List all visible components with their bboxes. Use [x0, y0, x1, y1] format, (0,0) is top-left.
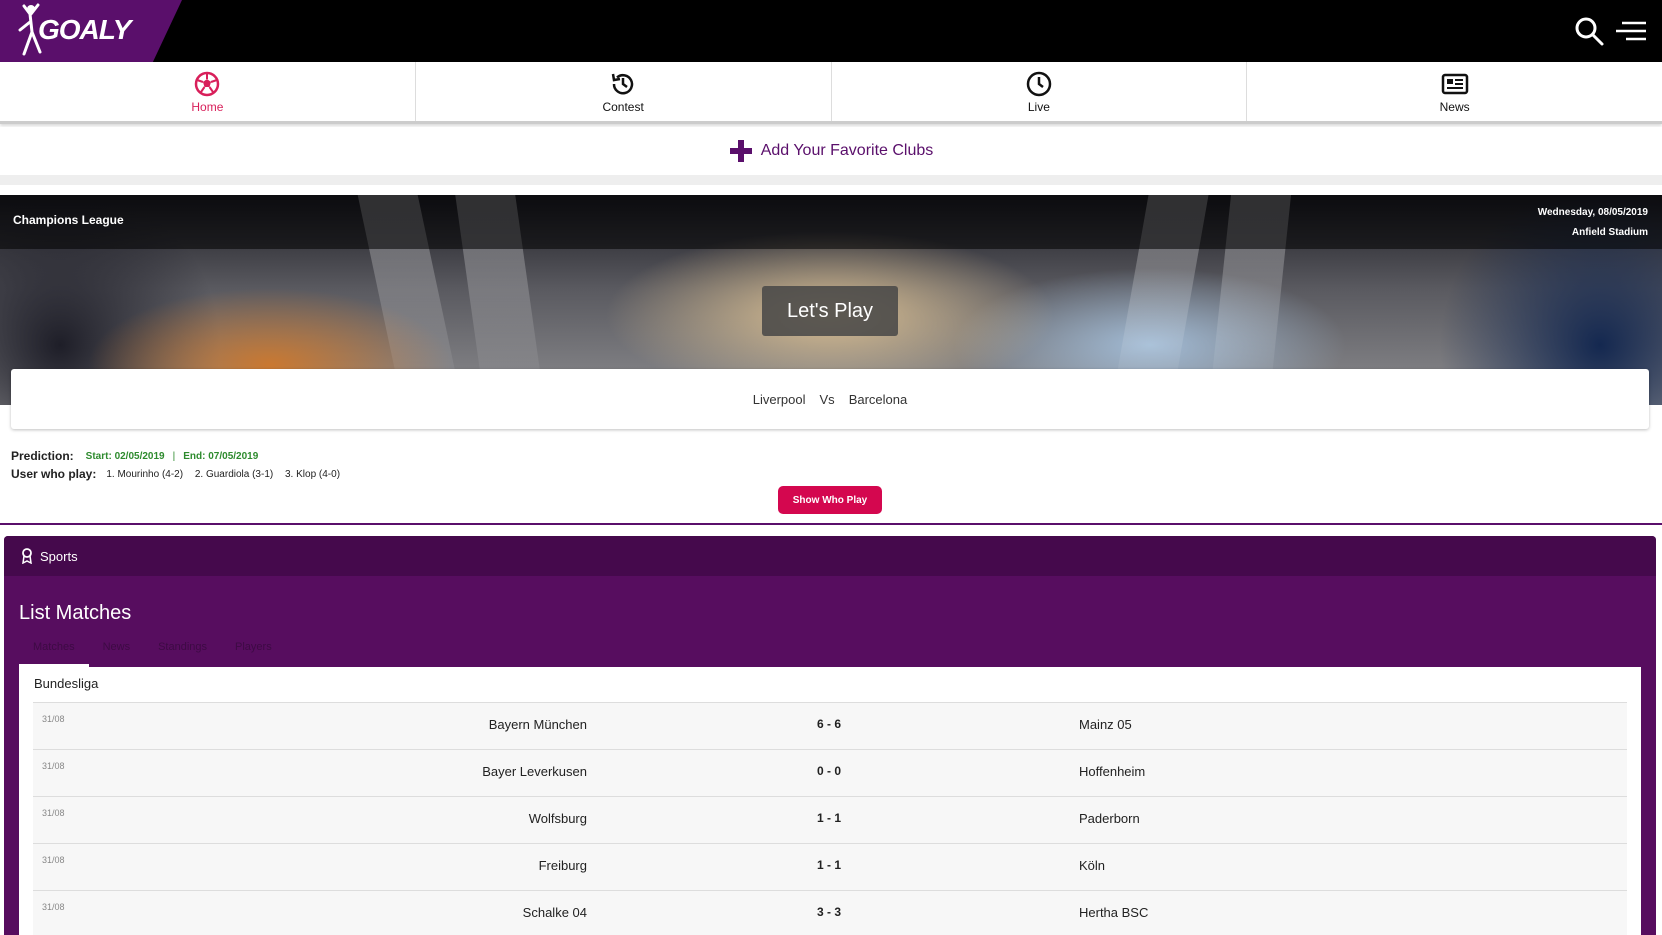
table-row[interactable]: 31/08 Freiburg 1 - 1 Köln	[33, 844, 1627, 891]
prediction-info: Prediction: Start: 02/05/2019 | End: 07/…	[11, 447, 349, 483]
prediction-separator: |	[172, 450, 176, 462]
away-team: Köln	[1079, 858, 1106, 873]
users-label: User who play:	[11, 467, 97, 481]
nav-label-home: Home	[191, 99, 224, 114]
prediction-start: Start: 02/05/2019	[85, 450, 165, 462]
user-item: 3. Klop (4-0)	[285, 468, 341, 480]
logo-text: GOALY	[38, 14, 131, 45]
home-team: Wolfsburg	[528, 811, 587, 826]
user-item: 2. Guardiola (3-1)	[194, 468, 274, 480]
prediction-label: Prediction:	[11, 449, 74, 463]
home-team: Schalke 04	[522, 905, 587, 920]
league-name: Champions League	[13, 213, 124, 227]
match-date: 31/08	[42, 714, 65, 724]
show-who-play-button[interactable]: Show Who Play	[778, 486, 882, 514]
match-date: 31/08	[42, 808, 65, 818]
award-icon	[22, 548, 32, 564]
match-date: 31/08	[42, 855, 65, 865]
matches-list: Bundesliga 31/08 Bayern München 6 - 6 Ma…	[19, 667, 1641, 935]
history-icon	[611, 73, 634, 94]
add-clubs-label: Add Your Favorite Clubs	[760, 142, 934, 159]
nav-item-live[interactable]: Live	[832, 62, 1248, 121]
section-divider	[0, 523, 1662, 525]
table-row[interactable]: 31/08 Bayer Leverkusen 0 - 0 Hoffenheim	[33, 750, 1627, 797]
football-icon	[195, 71, 220, 96]
away-team: Barcelona	[848, 391, 908, 407]
nav-item-contest[interactable]: Contest	[416, 62, 832, 121]
prediction-row: Prediction: Start: 02/05/2019 | End: 07/…	[11, 447, 349, 465]
home-team: Bayern München	[488, 717, 587, 732]
match-score: 3 - 3	[816, 905, 841, 919]
vs-label: Vs	[819, 391, 835, 407]
users-list: 1. Mourinho (4-2) 2. Guardiola (3-1) 3. …	[106, 469, 349, 480]
nav-label-news: News	[1439, 99, 1470, 114]
sports-tabs: Matches News Standings Players	[19, 635, 286, 667]
match-score: 1 - 1	[816, 811, 841, 825]
match-date: Wednesday, 08/05/2019	[1537, 207, 1648, 218]
users-row: User who play: 1. Mourinho (4-2) 2. Guar…	[11, 465, 349, 483]
nav-item-home[interactable]: Home	[0, 62, 416, 121]
tab-matches[interactable]: Matches	[19, 635, 89, 667]
match-date: 31/08	[42, 761, 65, 771]
search-icon[interactable]	[1572, 14, 1606, 48]
add-clubs-bar: Add Your Favorite Clubs	[0, 127, 1662, 185]
home-team: Bayer Leverkusen	[482, 764, 587, 779]
clock-icon	[1026, 71, 1052, 96]
nav-item-news[interactable]: News	[1247, 62, 1662, 121]
user-item: 1. Mourinho (4-2)	[106, 468, 184, 480]
list-matches-title: List Matches	[19, 602, 132, 624]
away-team: Hertha BSC	[1079, 905, 1149, 920]
table-row[interactable]: 31/08 Schalke 04 3 - 3 Hertha BSC	[33, 891, 1627, 935]
sports-section: Sports List Matches Matches News Standin…	[4, 536, 1656, 935]
match-score: 6 - 6	[816, 717, 841, 731]
lets-play-button[interactable]: Let's Play	[762, 286, 898, 336]
table-row[interactable]: 31/08 Wolfsburg 1 - 1 Paderborn	[33, 797, 1627, 844]
away-team: Hoffenheim	[1079, 764, 1146, 779]
top-bar: GOALY	[0, 0, 1662, 62]
match-score: 1 - 1	[816, 858, 841, 872]
sports-title: Sports	[40, 548, 78, 564]
league-heading: Bundesliga	[33, 667, 1627, 703]
home-team: Liverpool	[752, 391, 806, 407]
menu-icon[interactable]	[1614, 14, 1648, 48]
away-team: Paderborn	[1079, 811, 1140, 826]
home-team: Freiburg	[538, 858, 587, 873]
match-score: 0 - 0	[816, 764, 841, 778]
add-clubs-button[interactable]: Add Your Favorite Clubs	[729, 139, 934, 163]
logo[interactable]: GOALY	[0, 0, 182, 62]
main-nav: Home Contest Live News	[0, 62, 1662, 124]
tab-standings[interactable]: Standings	[144, 635, 221, 667]
featured-match-card[interactable]: Liverpool Vs Barcelona	[11, 369, 1649, 429]
nav-label-contest: Contest	[602, 99, 644, 114]
match-venue: Anfield Stadium	[1571, 227, 1648, 238]
table-row[interactable]: 31/08 Bayern München 6 - 6 Mainz 05	[33, 703, 1627, 750]
prediction-end: End: 07/05/2019	[183, 450, 259, 462]
newspaper-icon	[1441, 73, 1468, 94]
plus-icon	[729, 140, 752, 162]
nav-label-live: Live	[1027, 99, 1050, 114]
tab-players[interactable]: Players	[221, 635, 286, 667]
tab-news[interactable]: News	[89, 635, 145, 667]
away-team: Mainz 05	[1079, 717, 1132, 732]
match-date: 31/08	[42, 902, 65, 912]
banner-header: Champions League Wednesday, 08/05/2019 A…	[0, 195, 1662, 249]
sports-header: Sports	[4, 536, 1656, 576]
